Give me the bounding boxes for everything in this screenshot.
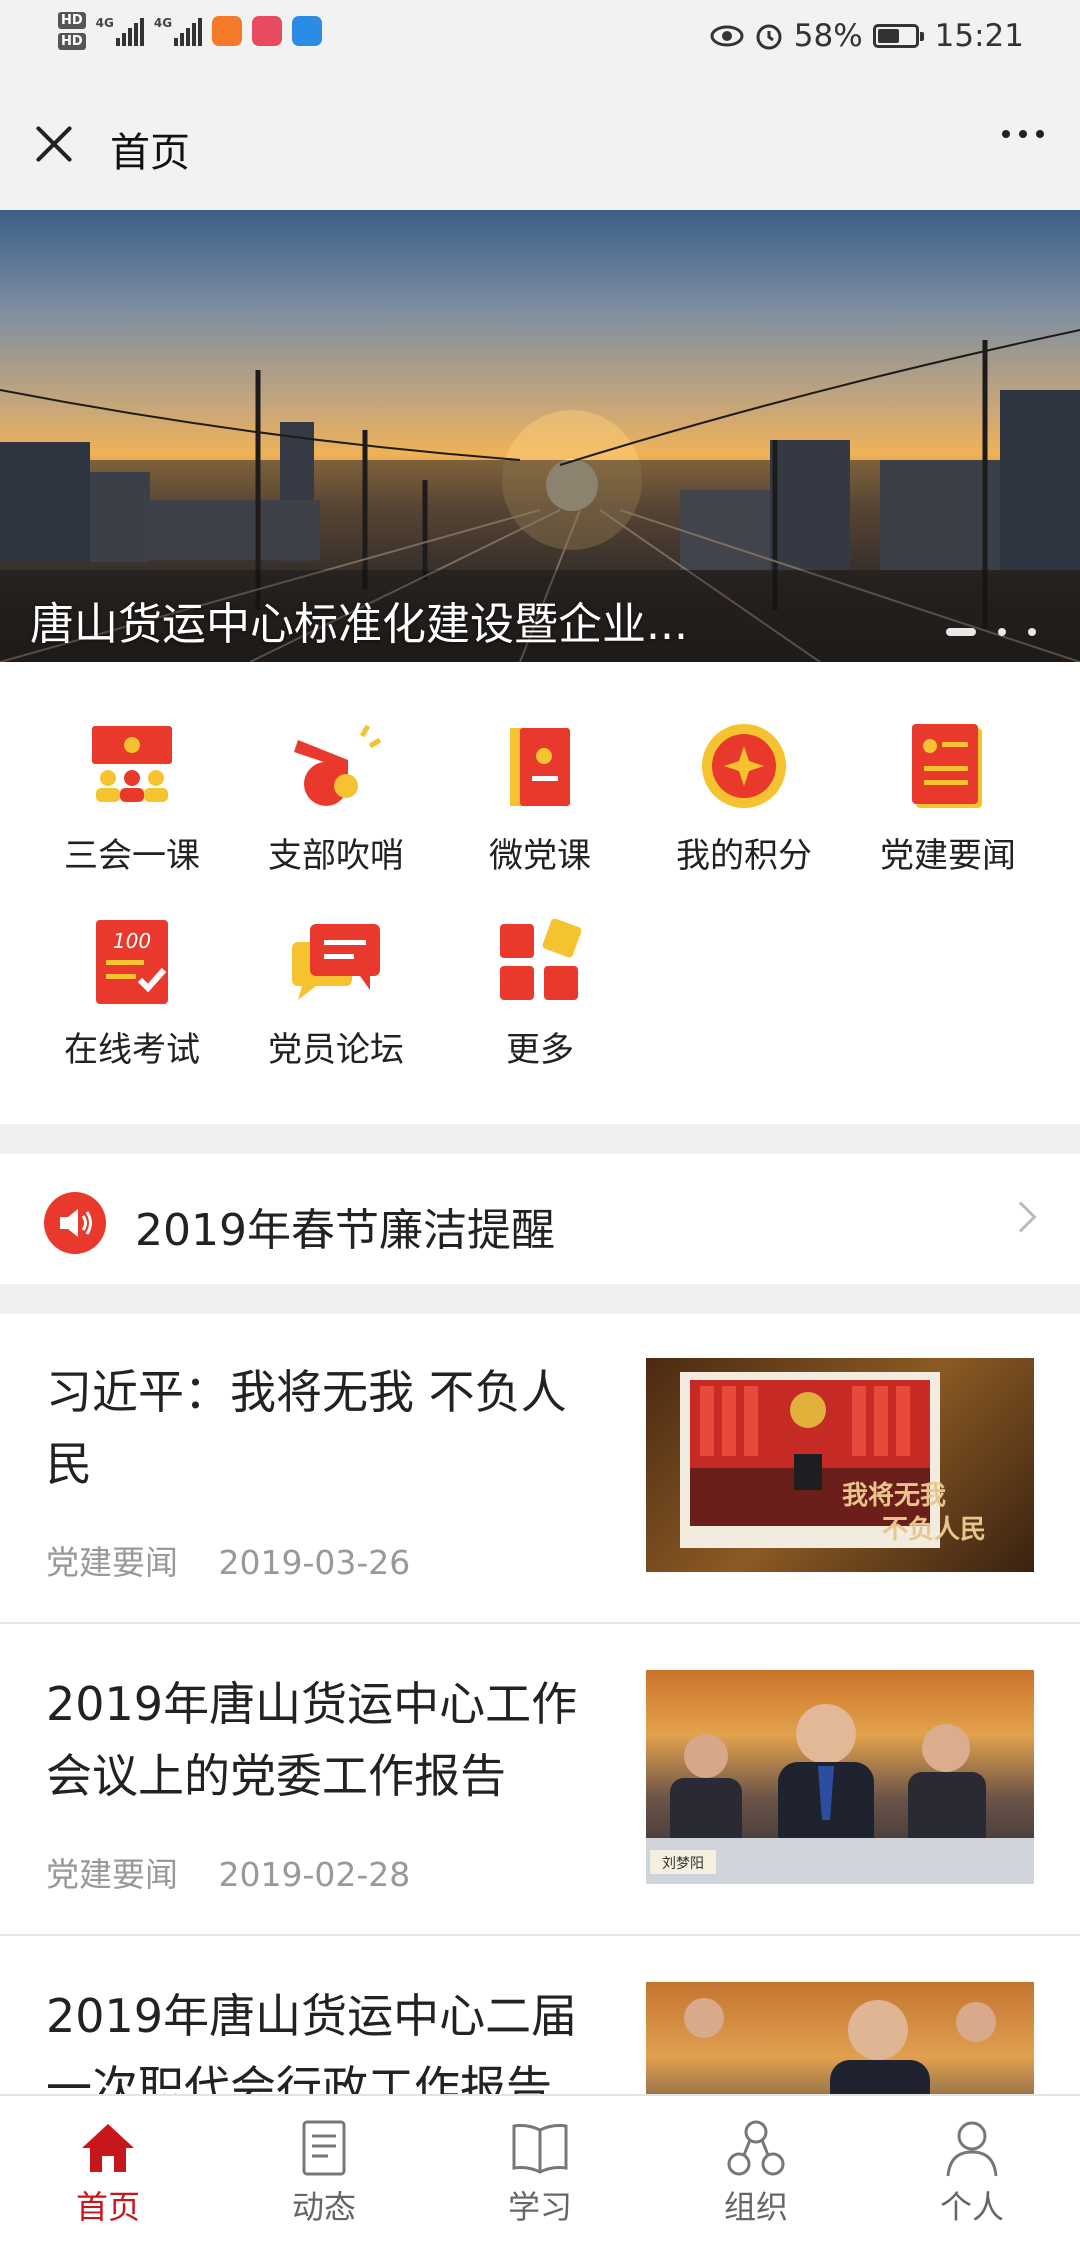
- news-category: 党建要闻: [46, 1543, 178, 1582]
- party-news-icon: [900, 720, 996, 816]
- tab-personal[interactable]: 个人: [864, 2096, 1080, 2244]
- grid-item-points[interactable]: 我的积分: [644, 720, 844, 877]
- news-date: 2019-02-28: [218, 1855, 411, 1894]
- network-type-sim1: 4G: [95, 16, 114, 30]
- points-badge-icon: [696, 720, 792, 816]
- news-title: 2019年唐山货运中心工作会议上的党委工作报告: [46, 1677, 578, 1803]
- section-divider: [0, 1284, 1080, 1314]
- alarm-icon: [756, 24, 782, 50]
- forum-icon: [288, 914, 384, 1010]
- news-meta: 党建要闻 2019-02-28: [46, 1848, 410, 1896]
- thumb-nameplate: 刘梦阳: [662, 1856, 704, 1872]
- video-app-icon: [212, 16, 243, 46]
- notice-text: 2019年春节廉洁提醒: [135, 1205, 555, 1256]
- news-item[interactable]: 习近平：我将无我 不负人民 党建要闻 2019-03-26 我将无我 不负人民: [0, 1314, 1080, 1624]
- news-item[interactable]: 2019年唐山货运中心工作会议上的党委工作报告 党建要闻 2019-02-28 …: [0, 1626, 1080, 1936]
- feature-grid: 三会一课 支部吹哨 微党课 我的积分 党建要闻 100 在线考试 党员论坛 更多: [0, 662, 1080, 1124]
- grid-item-partynews[interactable]: 党建要闻: [848, 720, 1048, 877]
- grid-item-microclass[interactable]: 微党课: [440, 720, 640, 877]
- bird-app-icon: [292, 16, 323, 46]
- tab-org[interactable]: 组织: [648, 2096, 864, 2244]
- meeting-icon: [84, 720, 180, 816]
- tab-study[interactable]: 学习: [432, 2096, 648, 2244]
- grid-label: 三会一课: [64, 836, 200, 876]
- status-left: HD HD 4G 4G: [58, 12, 323, 50]
- tab-label: 动态: [291, 2188, 356, 2226]
- news-category: 党建要闻: [46, 1855, 178, 1894]
- battery-percent: 58%: [793, 18, 863, 54]
- bottom-tab-bar: 首页 动态 学习 组织 个人: [0, 2094, 1080, 2244]
- more-grid-icon: [492, 914, 588, 1010]
- tab-label: 组织: [723, 2188, 788, 2226]
- title-bar: 首页: [0, 82, 1080, 210]
- grid-label: 更多: [506, 1030, 574, 1070]
- grid-item-exam[interactable]: 100 在线考试: [32, 914, 232, 1071]
- tab-label: 个人: [939, 2188, 1004, 2226]
- grid-item-sanhui[interactable]: 三会一课: [32, 720, 232, 877]
- news-title: 习近平：我将无我 不负人民: [46, 1365, 567, 1491]
- tab-label: 学习: [507, 2188, 572, 2226]
- party-book-icon: [492, 720, 588, 816]
- banner-carousel[interactable]: 唐山货运中心标准化建设暨企业...: [0, 210, 1080, 662]
- banner-dot-3[interactable]: [1028, 628, 1036, 636]
- hd-indicators: HD HD: [58, 12, 86, 50]
- chevron-right-icon: [1005, 1201, 1037, 1233]
- grid-label: 党建要闻: [880, 836, 1016, 876]
- news-doc-icon: [294, 2118, 354, 2178]
- exam-icon: 100: [84, 914, 180, 1010]
- grid-label: 微党课: [489, 836, 591, 876]
- tab-home[interactable]: 首页: [0, 2096, 216, 2244]
- thumb-caption-1: 我将无我: [842, 1481, 946, 1511]
- tab-label: 首页: [75, 2188, 140, 2226]
- reader-app-icon: [252, 16, 283, 46]
- news-thumbnail: 我将无我 不负人民: [646, 1358, 1034, 1572]
- news-thumbnail: 刘梦阳: [646, 1670, 1034, 1884]
- network-type-sim2: 4G: [153, 16, 173, 30]
- person-icon: [942, 2118, 1002, 2178]
- status-right: 58% 15:21: [710, 18, 1024, 54]
- battery-icon: [872, 24, 924, 48]
- grid-label: 支部吹哨: [268, 836, 404, 876]
- banner-dot-2[interactable]: [998, 628, 1006, 636]
- thumb-caption-2: 不负人民: [882, 1515, 986, 1545]
- speaker-icon: [44, 1192, 106, 1254]
- banner-pagination: [946, 628, 1036, 636]
- svg-text:100: 100: [113, 929, 151, 953]
- banner-dot-1[interactable]: [946, 628, 976, 636]
- more-icon[interactable]: [1002, 130, 1044, 138]
- status-bar: HD HD 4G 4G 58% 15:21: [0, 0, 1080, 82]
- hd-badge-1: HD: [58, 12, 86, 29]
- org-icon: [726, 2118, 786, 2178]
- page-title: 首页: [110, 130, 190, 176]
- grid-label: 党员论坛: [268, 1030, 404, 1070]
- news-date: 2019-03-26: [218, 1543, 411, 1582]
- signal-icon-sim1: 4G: [96, 16, 144, 46]
- section-divider: [0, 1124, 1080, 1154]
- grid-item-more[interactable]: 更多: [440, 914, 640, 1071]
- tab-news[interactable]: 动态: [216, 2096, 432, 2244]
- news-meta: 党建要闻 2019-03-26: [46, 1536, 410, 1584]
- hd-badge-2: HD: [58, 33, 86, 50]
- signal-icon-sim2: 4G: [153, 16, 203, 46]
- home-icon: [78, 2118, 138, 2178]
- grid-item-forum[interactable]: 党员论坛: [236, 914, 436, 1071]
- banner-caption[interactable]: 唐山货运中心标准化建设暨企业...: [30, 588, 688, 652]
- grid-label: 在线考试: [64, 1030, 200, 1070]
- close-icon[interactable]: [32, 122, 76, 166]
- book-icon: [510, 2118, 570, 2178]
- grid-item-whistle[interactable]: 支部吹哨: [236, 720, 436, 877]
- notice-bar[interactable]: 2019年春节廉洁提醒: [0, 1154, 1080, 1284]
- whistle-icon: [288, 720, 384, 816]
- grid-label: 我的积分: [676, 836, 812, 876]
- clock: 15:21: [934, 18, 1024, 54]
- eye-icon: [710, 25, 744, 47]
